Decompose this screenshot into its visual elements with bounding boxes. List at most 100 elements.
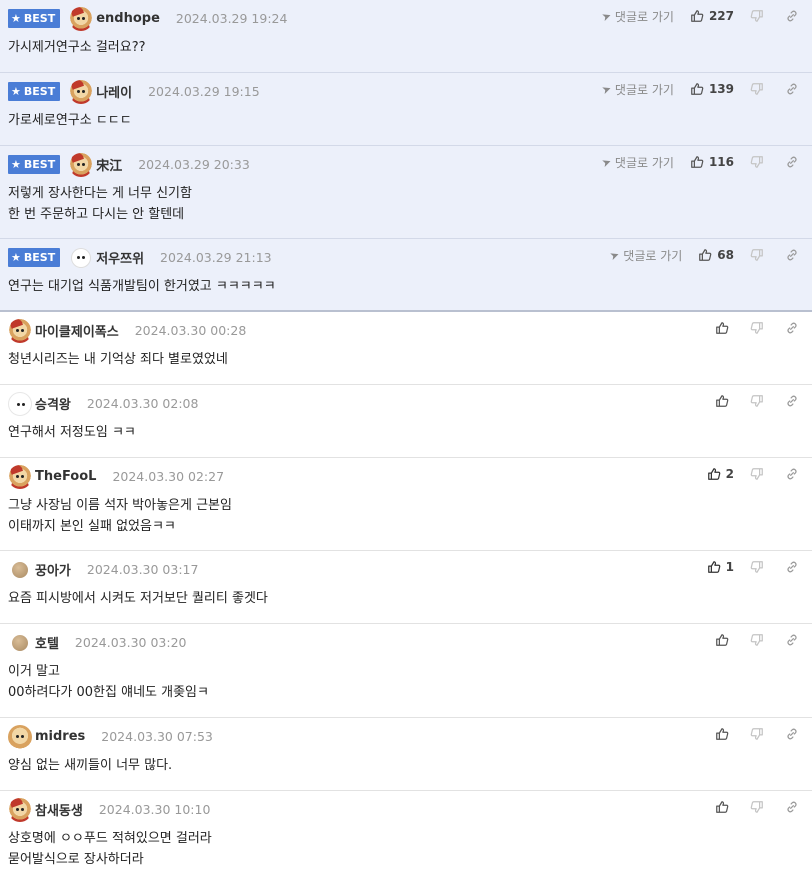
- avatar: [8, 797, 32, 822]
- thumbs-up-icon: [698, 248, 712, 262]
- comment-text-line: 연구는 대기업 식품개발팀이 한거였고 ㅋㅋㅋㅋㅋ: [8, 279, 276, 294]
- username[interactable]: TheFooL: [35, 469, 96, 484]
- comment-list: ★ BEST endhope 2024.03.29 19:24 ➤ 댓글로 가기 227 가시…: [0, 0, 812, 882]
- avatar: [8, 724, 32, 749]
- like-count: 139: [708, 82, 734, 96]
- comment-body: 양심 없는 새끼들이 너무 많다.: [8, 755, 804, 786]
- thumbs-up-icon: [715, 727, 729, 741]
- thumbs-up-icon: [715, 800, 729, 814]
- comment-body: 이거 말고 00하려다가 00한집 얘네도 개좆임ㅋ: [8, 661, 804, 713]
- send-arrow-icon: ➤: [608, 247, 622, 263]
- like-button[interactable]: 139: [690, 82, 734, 96]
- like-button[interactable]: [715, 321, 734, 335]
- timestamp: 2024.03.30 03:17: [86, 562, 199, 577]
- dislike-button[interactable]: [750, 633, 769, 647]
- thumbs-up-icon: [715, 394, 729, 408]
- like-button[interactable]: [715, 394, 734, 408]
- goto-comment-link[interactable]: ➤ 댓글로 가기: [599, 154, 674, 171]
- goto-comment-link[interactable]: ➤ 댓글로 가기: [600, 81, 674, 98]
- dislike-button[interactable]: [750, 155, 769, 169]
- like-button[interactable]: [715, 800, 734, 814]
- copy-link-button[interactable]: [785, 155, 804, 169]
- username[interactable]: 참새동생: [35, 800, 83, 819]
- timestamp: 2024.03.30 10:10: [98, 802, 211, 817]
- goto-comment-link[interactable]: ➤ 댓글로 가기: [600, 8, 674, 25]
- dislike-button[interactable]: [750, 9, 769, 23]
- best-comment: ★ BEST 宋江 2024.03.29 20:33 ➤ 댓글로 가기 116 저렇게 장사한…: [0, 146, 812, 239]
- timestamp: 2024.03.29 19:15: [148, 84, 260, 99]
- username[interactable]: 宋江: [96, 155, 122, 174]
- best-badge: ★ BEST: [8, 82, 61, 101]
- copy-link-button[interactable]: [785, 9, 804, 23]
- comment: TheFooL 2024.03.30 02:27 2 그냥 사장님 이름 석자 박아놓…: [0, 458, 812, 551]
- like-button[interactable]: 227: [690, 9, 734, 23]
- username[interactable]: 꿍아가: [35, 560, 71, 579]
- dislike-button[interactable]: [750, 248, 769, 262]
- best-badge: ★ BEST: [8, 248, 61, 267]
- comment-text-line: 청년시리즈는 내 기억상 죄다 별로였었네: [8, 352, 228, 367]
- thumbs-down-icon: [750, 467, 764, 481]
- username[interactable]: 호텔: [35, 633, 59, 652]
- username[interactable]: midres: [35, 729, 85, 744]
- username[interactable]: 저우쯔위: [96, 248, 144, 267]
- dislike-button[interactable]: [750, 82, 769, 96]
- dislike-button[interactable]: [750, 394, 769, 408]
- dislike-button[interactable]: [750, 800, 769, 814]
- like-button[interactable]: 116: [690, 155, 734, 169]
- comment-body: 가로세로연구소 ㄷㄷㄷ: [8, 110, 804, 142]
- like-count: 116: [708, 155, 734, 169]
- copy-link-button[interactable]: [785, 727, 804, 741]
- like-button[interactable]: 68: [698, 248, 734, 262]
- comment: 참새동생 2024.03.30 10:10 상호명에 ㅇㅇ푸드 적혀있으면 걸러라 묻…: [0, 791, 812, 882]
- comment-header: midres 2024.03.30 07:53: [8, 718, 804, 755]
- copy-link-button[interactable]: [785, 560, 804, 574]
- thumbs-up-icon: [715, 321, 729, 335]
- username[interactable]: endhope: [96, 11, 160, 26]
- timestamp: 2024.03.29 20:33: [138, 157, 250, 172]
- comment-text-line: 가시제거연구소 걸러요??: [8, 40, 146, 55]
- copy-link-button[interactable]: [785, 394, 804, 408]
- dislike-button[interactable]: [750, 727, 769, 741]
- copy-link-button[interactable]: [785, 800, 804, 814]
- send-arrow-icon: ➤: [599, 154, 613, 170]
- avatar: [69, 245, 94, 270]
- comment-text-line: 묻어발식으로 장사하더라: [8, 852, 144, 867]
- star-icon: ★: [11, 158, 21, 171]
- copy-link-button[interactable]: [785, 321, 804, 335]
- link-icon: [785, 82, 799, 96]
- comment: midres 2024.03.30 07:53 양심 없는 새끼들이 너무 많다.: [0, 718, 812, 791]
- like-button[interactable]: 1: [707, 560, 734, 574]
- username[interactable]: 승격왕: [35, 394, 71, 413]
- thumbs-up-icon: [707, 467, 721, 481]
- comment-text-line: 연구해서 저정도임 ㅋㅋ: [8, 425, 136, 440]
- like-button[interactable]: 2: [707, 467, 734, 481]
- dislike-button[interactable]: [750, 560, 769, 574]
- thumbs-down-icon: [750, 155, 764, 169]
- comment-body: 가시제거연구소 걸러요??: [8, 37, 804, 69]
- copy-link-button[interactable]: [785, 82, 804, 96]
- username[interactable]: 나레이: [96, 82, 132, 101]
- copy-link-button[interactable]: [785, 248, 804, 262]
- like-button[interactable]: [715, 633, 734, 647]
- link-icon: [785, 155, 799, 169]
- username[interactable]: 마이클제이폭스: [35, 321, 119, 340]
- thumbs-down-icon: [750, 560, 764, 574]
- dislike-button[interactable]: [750, 321, 769, 335]
- avatar: [69, 152, 94, 177]
- copy-link-button[interactable]: [785, 633, 804, 647]
- thumbs-down-icon: [750, 321, 764, 335]
- comment-actions: ➤ 댓글로 가기 227: [600, 0, 804, 32]
- like-button[interactable]: [715, 727, 734, 741]
- link-icon: [785, 9, 799, 23]
- copy-link-button[interactable]: [785, 467, 804, 481]
- goto-comment-link[interactable]: ➤ 댓글로 가기: [608, 247, 682, 264]
- star-icon: ★: [11, 85, 21, 98]
- comment-text-line: 저렇게 장사한다는 게 너무 신기함: [8, 186, 192, 201]
- timestamp: 2024.03.29 19:24: [175, 11, 288, 26]
- comment-actions: ➤ 댓글로 가기 68: [608, 239, 804, 271]
- comment-text-line: 이태까지 본인 실패 없었음ㅋㅋ: [8, 519, 176, 534]
- avatar: [12, 634, 28, 651]
- comment-actions: [715, 385, 804, 417]
- comment-body: 저렇게 장사한다는 게 너무 신기함 한 번 주문하고 다시는 안 할텐데: [8, 183, 804, 236]
- dislike-button[interactable]: [750, 467, 769, 481]
